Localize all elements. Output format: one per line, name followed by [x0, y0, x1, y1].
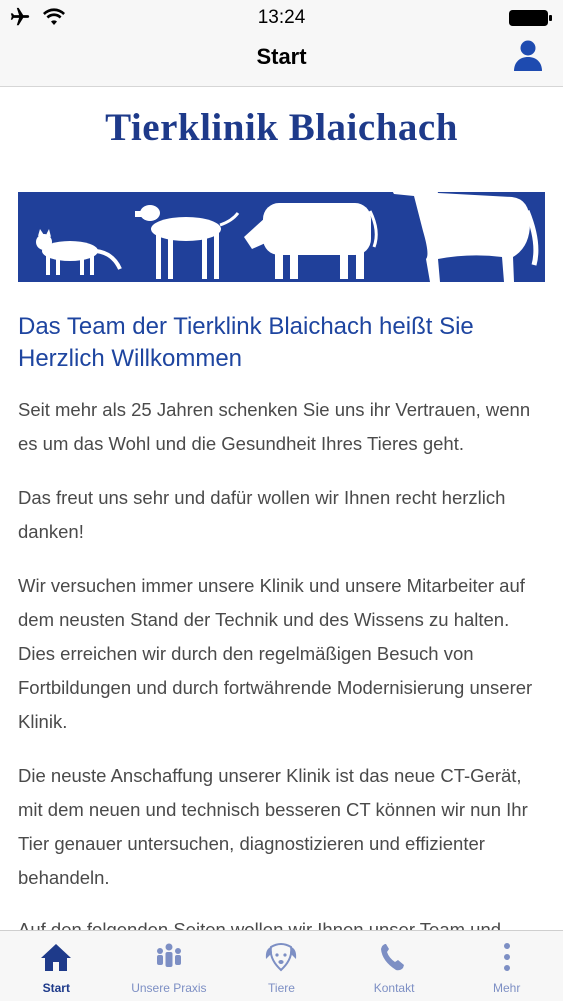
paragraph-technology: Wir versuchen immer unsere Klinik und un… [18, 575, 533, 732]
status-bar: 13:24 [0, 0, 563, 36]
tab-start[interactable]: Start [0, 931, 113, 1001]
clinic-logo-title: Tierklinik Blaichach [105, 106, 458, 149]
paragraph-thanks: Das freut uns sehr und dafür wollen wir … [18, 487, 506, 542]
paragraph-ct-device: Die neuste Anschaffung unserer Klinik is… [18, 765, 528, 888]
profile-icon[interactable] [511, 38, 545, 72]
tab-start-label: Start [42, 981, 70, 995]
more-icon [503, 943, 510, 971]
tab-kontakt[interactable]: Kontakt [338, 931, 451, 1001]
tab-mehr[interactable]: Mehr [450, 931, 563, 1001]
animals-banner-image [18, 159, 545, 282]
welcome-heading: Das Team der Tierklink Blaichach heißt S… [18, 313, 474, 372]
dog-icon [266, 943, 297, 972]
battery-icon [509, 10, 552, 26]
tab-mehr-label: Mehr [493, 981, 521, 995]
paragraph-trust: Seit mehr als 25 Jahren schenken Sie uns… [18, 399, 531, 454]
main-content[interactable]: Tierklinik Blaichach Das Team der Tierkl… [0, 87, 563, 930]
home-icon [41, 944, 72, 971]
navigation-bar: Start [0, 36, 563, 87]
paragraph-next-pages: Auf den folgenden Seiten wollen wir Ihne… [18, 919, 502, 930]
tab-kontakt-label: Kontakt [373, 981, 415, 995]
status-time: 13:24 [257, 7, 306, 28]
phone-icon [381, 944, 405, 971]
tab-tiere-label: Tiere [268, 981, 295, 995]
people-icon [156, 943, 181, 967]
tab-unsere-praxis-label: Unsere Praxis [131, 981, 207, 995]
tab-tiere[interactable]: Tiere [225, 931, 338, 1001]
tab-bar: Start Unsere Praxis Tiere Kontakt Mehr [0, 930, 563, 1001]
page-title: Start [256, 44, 307, 69]
tab-unsere-praxis[interactable]: Unsere Praxis [113, 931, 226, 1001]
